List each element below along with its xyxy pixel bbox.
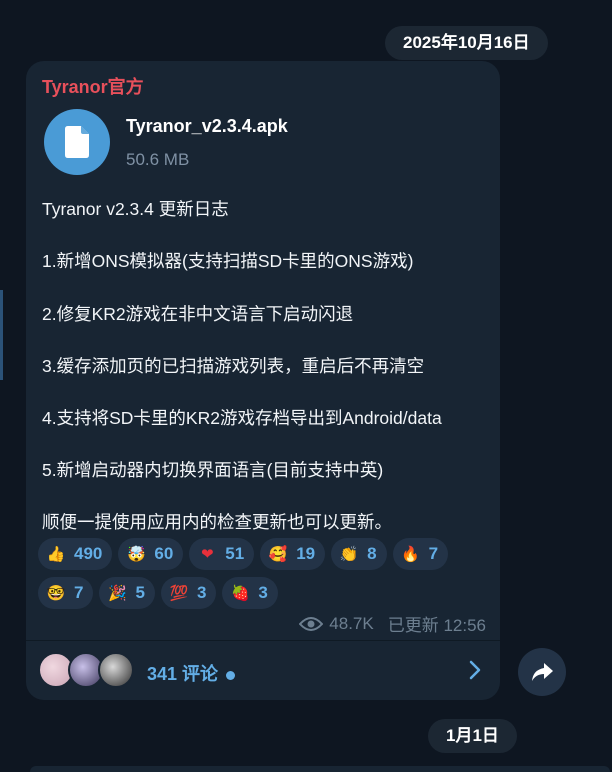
message-line: 4.支持将SD卡里的KR2游戏存档导出到Android/data — [42, 408, 442, 428]
share-arrow-icon — [532, 663, 553, 681]
message-line: 顺便一提使用应用内的检查更新也可以更新。 — [42, 512, 392, 532]
chevron-right-icon — [469, 660, 481, 680]
channel-name[interactable]: Tyranor官方 — [42, 73, 144, 99]
reaction-count: 3 — [196, 583, 207, 602]
reaction-count: 3 — [258, 583, 268, 602]
party-popper-icon: 🎉 — [108, 585, 127, 602]
reaction-count: 490 — [74, 544, 103, 563]
reaction-exploding-head[interactable]: 🤯 60 — [118, 538, 184, 570]
edited-time: 已更新 12:56 — [387, 616, 486, 635]
thumbs-up-icon: 👍 — [46, 546, 66, 563]
avatar — [98, 652, 134, 688]
message-line: 1.新增ONS模拟器(支持扫描SD卡里的ONS游戏) — [42, 251, 414, 271]
reaction-count: 8 — [367, 544, 377, 563]
comments-bar[interactable]: 341 评论 — [26, 641, 500, 700]
comments-count: 341 评论 — [147, 664, 219, 684]
next-message-edge — [30, 766, 610, 772]
reaction-smiling-hearts[interactable]: 🥰 19 — [260, 538, 326, 570]
file-name[interactable]: Tyranor_v2.3.4.apk — [126, 116, 288, 137]
chat-view: 2025年10月16日 Tyranor官方 Tyranor_v2.3.4.apk… — [0, 0, 612, 772]
unread-dot — [226, 670, 236, 680]
reaction-thumbs-up[interactable]: 👍 490 — [38, 538, 113, 570]
nerd-face-icon: 🤓 — [46, 585, 66, 602]
reaction-heart[interactable]: ❤ 51 — [189, 538, 255, 570]
reaction-party-popper[interactable]: 🎉 5 — [99, 577, 155, 609]
clapping-icon: 👏 — [339, 546, 359, 563]
date-separator: 2025年10月16日 — [385, 26, 548, 60]
reaction-hundred[interactable]: 💯 3 — [160, 577, 217, 609]
message-heading: Tyranor v2.3.4 更新日志 — [42, 199, 229, 219]
strawberry-icon: 🍓 — [231, 585, 250, 602]
fire-icon: 🔥 — [401, 546, 420, 563]
reaction-count: 60 — [154, 544, 174, 563]
post-meta: 48.7K 已更新 12:56 — [299, 611, 486, 636]
message-line: 2.修复KR2游戏在非中文语言下启动闪退 — [42, 304, 354, 324]
exploding-head-icon: 🤯 — [127, 546, 146, 563]
reaction-nerd-face[interactable]: 🤓 7 — [38, 577, 94, 609]
heart-icon: ❤ — [201, 546, 214, 563]
reaction-fire[interactable]: 🔥 7 — [392, 538, 449, 570]
share-button[interactable] — [518, 648, 566, 696]
hundred-icon: 💯 — [169, 585, 189, 602]
message-line: 3.缓存添加页的已扫描游戏列表，重启后不再清空 — [42, 356, 425, 376]
smiling-hearts-icon: 🥰 — [268, 546, 288, 563]
scroll-indicator — [0, 290, 3, 380]
reaction-count: 19 — [296, 544, 316, 563]
reaction-count: 5 — [135, 583, 145, 602]
message-line: 5.新增启动器内切换界面语言(目前支持中英) — [42, 460, 384, 480]
reaction-count: 7 — [428, 544, 439, 563]
reaction-clapping[interactable]: 👏 8 — [331, 538, 387, 570]
eye-icon — [299, 616, 324, 631]
view-count: 48.7K — [329, 613, 374, 633]
comments-label[interactable]: 341 评论 — [147, 660, 236, 686]
file-icon[interactable] — [44, 109, 110, 175]
document-icon — [65, 126, 89, 158]
reaction-count: 7 — [74, 583, 84, 602]
reaction-strawberry[interactable]: 🍓 3 — [222, 577, 278, 609]
reaction-count: 51 — [225, 544, 245, 563]
date-separator: 1月1日 — [428, 719, 517, 753]
channel-post: Tyranor官方 Tyranor_v2.3.4.apk 50.6 MB Tyr… — [26, 61, 500, 700]
file-size: 50.6 MB — [126, 150, 190, 169]
